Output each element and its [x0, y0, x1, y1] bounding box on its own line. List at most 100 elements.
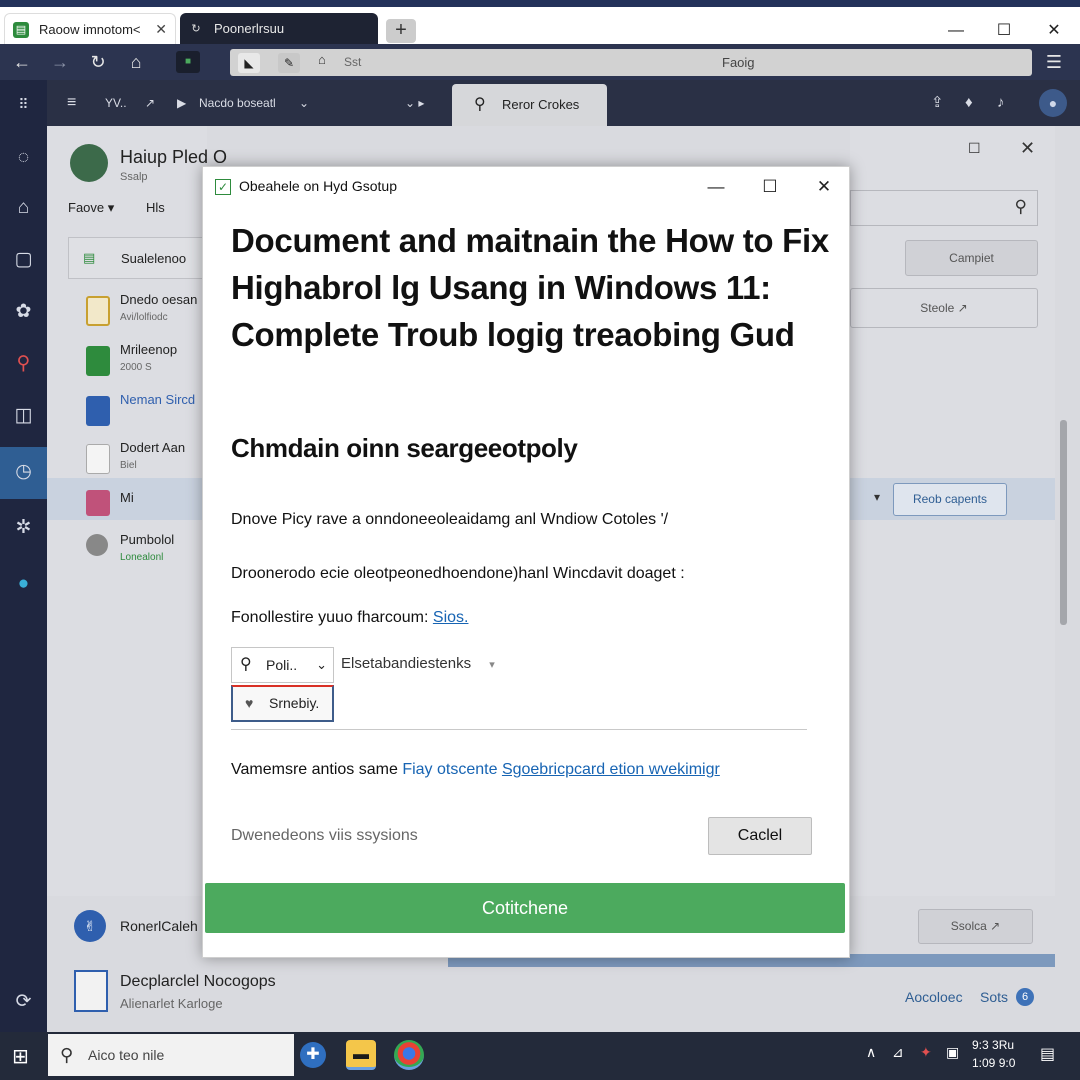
- chevron-up-icon[interactable]: ∧: [866, 1044, 876, 1061]
- steole-button[interactable]: Steole ↗: [850, 288, 1038, 328]
- home-icon[interactable]: ⌂: [122, 49, 150, 75]
- list-item[interactable]: Neman Sircd: [58, 388, 208, 438]
- extension-icon[interactable]: ■: [176, 51, 200, 73]
- dialog-maximize-button[interactable]: ☐: [755, 175, 785, 199]
- search-icon: ⚲: [474, 96, 486, 113]
- file-explorer-icon[interactable]: ▬: [346, 1040, 376, 1070]
- chrome-icon[interactable]: [394, 1040, 424, 1070]
- filter-2[interactable]: Hls: [146, 200, 165, 215]
- paragraph-4-link-1[interactable]: Fiay otscente: [402, 761, 497, 778]
- clock-time[interactable]: 9:3 3Ru: [972, 1038, 1014, 1052]
- clock-date[interactable]: 1:09 9:0: [972, 1056, 1015, 1070]
- list-item[interactable]: Mi: [58, 482, 208, 532]
- pin-icon[interactable]: ⚲: [0, 344, 47, 384]
- loading-icon: ↻: [191, 23, 201, 35]
- profile-avatar: [70, 144, 108, 182]
- reload-icon[interactable]: ↻: [84, 49, 112, 75]
- footer-link[interactable]: Aocoloec: [905, 989, 963, 1005]
- shield-icon[interactable]: ◣: [238, 53, 260, 73]
- forward-icon[interactable]: →: [46, 49, 74, 75]
- list-item-title: Dodert Aan: [120, 440, 186, 455]
- list-item[interactable]: Dnedo oesan Avi/lolfiodc: [58, 288, 208, 338]
- restore-icon[interactable]: ☐: [968, 140, 981, 157]
- settings-icon[interactable]: ✲: [0, 508, 47, 548]
- search-item-label: Sualelenoo: [121, 251, 187, 266]
- calendar-icon[interactable]: ◫: [0, 396, 47, 436]
- edit-icon[interactable]: ✎: [278, 53, 300, 73]
- drop-icon[interactable]: ♦: [965, 80, 973, 126]
- scrollbar-thumb[interactable]: [1060, 420, 1067, 625]
- network-icon[interactable]: ⊿: [892, 1044, 904, 1061]
- cancel-button[interactable]: Caclel: [708, 817, 812, 855]
- search-dropdown[interactable]: ⚲ Poli.. ⌄: [231, 647, 334, 683]
- help-icon[interactable]: ⟳: [0, 982, 47, 1022]
- continue-button[interactable]: Cotitchene: [205, 883, 845, 933]
- share-icon[interactable]: ⇪: [931, 80, 944, 126]
- dialog-close-button[interactable]: ✕: [809, 175, 839, 199]
- address-bar[interactable]: ◣ ✎ ⌂ Sst Faoig: [230, 49, 1032, 76]
- pencil-icon[interactable]: ↗: [145, 80, 155, 126]
- close-icon[interactable]: ✕: [1020, 138, 1035, 159]
- close-window-button[interactable]: ✕: [1030, 14, 1078, 48]
- apps-grid-icon[interactable]: ⠿: [0, 84, 47, 124]
- hamburger-icon[interactable]: ≡: [67, 80, 76, 126]
- taskbar-search[interactable]: ⚲ Aico teo nile: [48, 1034, 294, 1076]
- compute-button[interactable]: Campiet: [905, 240, 1038, 276]
- steole-label: Steole: [920, 301, 955, 315]
- play-icon[interactable]: ▶: [177, 80, 186, 126]
- search-icon: ⚲: [240, 656, 252, 673]
- dropdown-arrow-icon[interactable]: ▾: [874, 490, 880, 504]
- tab-1[interactable]: ▤ Raoow imnotom< ✕: [4, 13, 176, 44]
- selected-option-button[interactable]: ♥ Srnebiy.: [231, 685, 334, 722]
- tab-close-icon[interactable]: ✕: [155, 14, 167, 44]
- windows-start-icon[interactable]: ⊞: [12, 1044, 29, 1069]
- paragraph-4-link-2[interactable]: Sgoebricpcard etion wvekimigr: [502, 761, 720, 778]
- document-icon[interactable]: ▢: [0, 240, 47, 280]
- divider: [231, 729, 807, 730]
- reob-button[interactable]: Reob capents: [893, 483, 1007, 516]
- breadcrumb-2[interactable]: Nacdo boseatl: [199, 80, 276, 126]
- chevron-down-icon[interactable]: ⌄ ▸: [405, 80, 424, 126]
- menu-icon[interactable]: ☰: [1040, 49, 1068, 75]
- footnote: Dwenedeons viis ssysions: [231, 827, 418, 844]
- footer-link-2[interactable]: Sots: [980, 989, 1008, 1005]
- ssolca-label: Ssolca: [950, 919, 987, 933]
- activity-icon[interactable]: ◌: [0, 138, 47, 178]
- search-tab[interactable]: ⚲ Reror Crokes: [452, 84, 607, 126]
- avatar[interactable]: ●: [1039, 89, 1067, 117]
- filter-1[interactable]: Faove ▾: [68, 200, 114, 216]
- paragraph-4-text: Vamemsre antios same: [231, 761, 398, 778]
- list-item[interactable]: Dodert Aan Biel: [58, 436, 208, 486]
- list-item[interactable]: Pumbolol Lonealonl: [58, 528, 208, 578]
- paragraph-3-link[interactable]: Sios.: [433, 609, 469, 626]
- security-icon[interactable]: ✦: [920, 1044, 932, 1061]
- edge-icon[interactable]: ✚: [300, 1042, 326, 1068]
- notification-badge: 6: [1016, 988, 1034, 1006]
- bottom-item-title[interactable]: RonerlCaleh: [120, 918, 198, 934]
- globe-icon[interactable]: ●: [0, 564, 47, 604]
- puzzle-icon[interactable]: ✿: [0, 292, 47, 332]
- chevron-down-icon[interactable]: ⌄: [299, 80, 309, 126]
- panel-title: Haiup Pled O: [120, 147, 228, 167]
- minimize-button[interactable]: —: [932, 14, 980, 48]
- speaker-icon[interactable]: ♪: [997, 80, 1005, 126]
- back-icon[interactable]: ←: [8, 49, 36, 75]
- clock-icon[interactable]: ◷: [0, 452, 47, 492]
- search-item[interactable]: ▤ Sualelenoo: [68, 237, 208, 279]
- tab-2[interactable]: ↻ Poonerlrsuu: [180, 13, 378, 44]
- display-icon[interactable]: ▣: [946, 1044, 959, 1061]
- options-dropdown[interactable]: Elsetabandiestenks ▾: [341, 647, 531, 683]
- paragraph-4: Vamemsre antios same Fiay otscente Sgoeb…: [231, 761, 720, 779]
- new-tab-button[interactable]: +: [386, 19, 416, 43]
- dialog-minimize-button[interactable]: —: [701, 175, 731, 199]
- home-rail-icon[interactable]: ⌂: [0, 188, 47, 228]
- panel-search-field[interactable]: ⚲: [850, 190, 1038, 226]
- breadcrumb-1[interactable]: YV..: [105, 80, 127, 126]
- maximize-button[interactable]: ☐: [980, 14, 1028, 48]
- ssolca-button[interactable]: Ssolca ↗: [918, 909, 1033, 944]
- list-item-title: Dnedo oesan: [120, 292, 198, 307]
- bottom-item-title[interactable]: Decplarclel Nocogops: [120, 973, 276, 991]
- list-item[interactable]: Mrileenop 2000 S: [58, 338, 208, 388]
- list-item-sub: Biel: [120, 460, 137, 471]
- notification-icon[interactable]: ▤: [1040, 1044, 1055, 1064]
